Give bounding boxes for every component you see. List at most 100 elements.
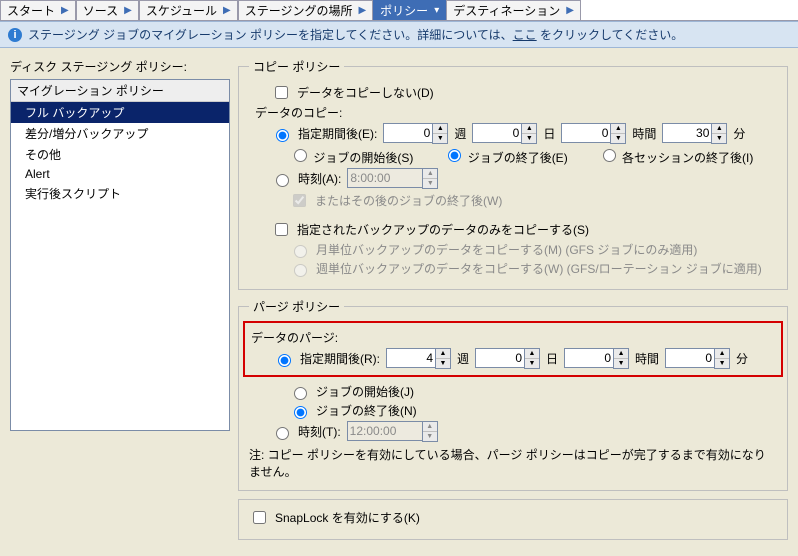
copy-period-label: 指定期間後(E): — [298, 125, 377, 142]
spin-down-icon[interactable]: ▼ — [614, 359, 628, 368]
list-item[interactable]: 実行後スクリプト — [11, 183, 229, 204]
copy-section-label: データのコピー: — [249, 104, 777, 121]
chevron-right-icon: ▶ — [223, 5, 231, 16]
unit-label: 分 — [733, 125, 745, 142]
spin-up-icon: ▲ — [423, 169, 437, 179]
copy-weeks-spinner[interactable]: ▲▼ — [383, 123, 448, 144]
purge-weeks-spinner[interactable]: ▲▼ — [386, 348, 451, 369]
unit-label: 週 — [454, 125, 466, 142]
purge-after-start-radio[interactable] — [294, 387, 307, 400]
copy-period-radio[interactable] — [276, 129, 289, 142]
copy-policy-group: コピー ポリシー データをコピーしない(D) データのコピー: 指定期間後(E)… — [238, 58, 788, 290]
left-title: ディスク ステージング ポリシー: — [10, 58, 230, 75]
weekly-radio — [294, 264, 307, 277]
purge-period-radio[interactable] — [278, 354, 291, 367]
purge-days-spinner[interactable]: ▲▼ — [475, 348, 540, 369]
unit-label: 週 — [457, 350, 469, 367]
list-item[interactable]: Alert — [11, 165, 229, 183]
spin-up-icon[interactable]: ▲ — [614, 349, 628, 359]
purge-note: 注: コピー ポリシーを有効にしている場合、パージ ポリシーはコピーが完了するま… — [249, 446, 777, 480]
spin-up-icon[interactable]: ▲ — [715, 349, 729, 359]
purge-time-label: 時刻(T): — [298, 423, 341, 440]
chevron-right-icon: ▶ — [124, 5, 132, 16]
spin-down-icon[interactable]: ▼ — [433, 134, 447, 143]
tab-row: スタート▶ ソース▶ スケジュール▶ ステージングの場所▶ ポリシー▾ デスティ… — [0, 0, 798, 21]
copy-mins-spinner[interactable]: ▲▼ — [662, 123, 727, 144]
purge-time-spinner: ▲▼ — [347, 421, 438, 442]
chevron-down-icon: ▾ — [434, 5, 439, 16]
policy-list[interactable]: マイグレーション ポリシー フル バックアップ 差分/増分バックアップ その他 … — [10, 79, 230, 431]
after-end-label: ジョブの終了後(E) — [468, 151, 568, 165]
unit-label: 時間 — [635, 350, 659, 367]
copy-after-session-radio[interactable] — [603, 149, 616, 162]
after-start-label: ジョブの開始後(S) — [313, 151, 413, 165]
spin-up-icon[interactable]: ▲ — [611, 124, 625, 134]
or-after-label: またはその後のジョブの終了後(W) — [315, 192, 502, 209]
list-item[interactable]: フル バックアップ — [11, 102, 229, 123]
spin-up-icon[interactable]: ▲ — [525, 349, 539, 359]
tab-schedule[interactable]: スケジュール▶ — [139, 0, 238, 20]
purge-section-label: データのパージ: — [251, 329, 775, 346]
info-text: ステージング ジョブのマイグレーション ポリシーを指定してください。詳細について… — [28, 26, 683, 43]
spin-up-icon: ▲ — [423, 422, 437, 432]
info-link[interactable]: ここ — [513, 28, 537, 42]
no-copy-label: データをコピーしない(D) — [297, 84, 434, 101]
spin-down-icon: ▼ — [423, 179, 437, 188]
spin-up-icon[interactable]: ▲ — [712, 124, 726, 134]
spin-up-icon[interactable]: ▲ — [436, 349, 450, 359]
list-item[interactable]: その他 — [11, 144, 229, 165]
copy-time-label: 時刻(A): — [298, 170, 341, 187]
weekly-label: 週単位バックアップのデータをコピーする(W) (GFS/ローテーション ジョブに… — [316, 260, 762, 277]
purge-legend: パージ ポリシー — [249, 298, 344, 315]
spin-down-icon[interactable]: ▼ — [436, 359, 450, 368]
purge-after-end-radio[interactable] — [294, 406, 307, 419]
purge-policy-group: パージ ポリシー データのパージ: 指定期間後(R): ▲▼ 週 ▲▼ 日 ▲▼… — [238, 298, 788, 491]
spin-down-icon[interactable]: ▼ — [712, 134, 726, 143]
copy-days-spinner[interactable]: ▲▼ — [472, 123, 537, 144]
copy-after-start-radio[interactable] — [294, 149, 307, 162]
unit-label: 日 — [546, 350, 558, 367]
purge-after-start-label: ジョブの開始後(J) — [316, 383, 414, 400]
monthly-radio — [294, 245, 307, 258]
chevron-right-icon: ▶ — [61, 5, 69, 16]
no-copy-checkbox[interactable] — [275, 86, 288, 99]
chevron-right-icon: ▶ — [566, 5, 574, 16]
after-session-label: 各セッションの終了後(I) — [622, 151, 753, 165]
snaplock-label: SnapLock を有効にする(K) — [275, 509, 420, 526]
chevron-right-icon: ▶ — [358, 5, 366, 16]
spin-down-icon[interactable]: ▼ — [525, 359, 539, 368]
highlight-box: データのパージ: 指定期間後(R): ▲▼ 週 ▲▼ 日 ▲▼ 時間 ▲▼ 分 — [243, 321, 783, 377]
unit-label: 分 — [736, 350, 748, 367]
spin-down-icon: ▼ — [423, 432, 437, 441]
copy-legend: コピー ポリシー — [249, 58, 344, 75]
list-item[interactable]: 差分/増分バックアップ — [11, 123, 229, 144]
only-backup-label: 指定されたバックアップのデータのみをコピーする(S) — [297, 221, 589, 238]
copy-time-radio[interactable] — [276, 174, 289, 187]
tab-staging[interactable]: ステージングの場所▶ — [238, 0, 373, 20]
snaplock-group: SnapLock を有効にする(K) — [238, 499, 788, 540]
list-header: マイグレーション ポリシー — [11, 80, 229, 102]
spin-up-icon[interactable]: ▲ — [522, 124, 536, 134]
monthly-label: 月単位バックアップのデータをコピーする(M) (GFS ジョブにのみ適用) — [316, 241, 697, 258]
or-after-checkbox — [293, 194, 306, 207]
spin-up-icon[interactable]: ▲ — [433, 124, 447, 134]
tab-destination[interactable]: デスティネーション▶ — [446, 0, 581, 20]
copy-time-spinner: ▲▼ — [347, 168, 438, 189]
snaplock-checkbox[interactable] — [253, 511, 266, 524]
copy-hours-spinner[interactable]: ▲▼ — [561, 123, 626, 144]
copy-after-end-radio[interactable] — [448, 149, 461, 162]
purge-hours-spinner[interactable]: ▲▼ — [564, 348, 629, 369]
tab-source[interactable]: ソース▶ — [76, 0, 139, 20]
unit-label: 日 — [543, 125, 555, 142]
purge-period-label: 指定期間後(R): — [300, 350, 380, 367]
purge-mins-spinner[interactable]: ▲▼ — [665, 348, 730, 369]
tab-policy[interactable]: ポリシー▾ — [373, 0, 446, 20]
tab-start[interactable]: スタート▶ — [0, 0, 76, 20]
spin-down-icon[interactable]: ▼ — [611, 134, 625, 143]
purge-time-radio[interactable] — [276, 427, 289, 440]
only-backup-checkbox[interactable] — [275, 223, 288, 236]
spin-down-icon[interactable]: ▼ — [522, 134, 536, 143]
unit-label: 時間 — [632, 125, 656, 142]
info-bar: i ステージング ジョブのマイグレーション ポリシーを指定してください。詳細につ… — [0, 21, 798, 48]
spin-down-icon[interactable]: ▼ — [715, 359, 729, 368]
